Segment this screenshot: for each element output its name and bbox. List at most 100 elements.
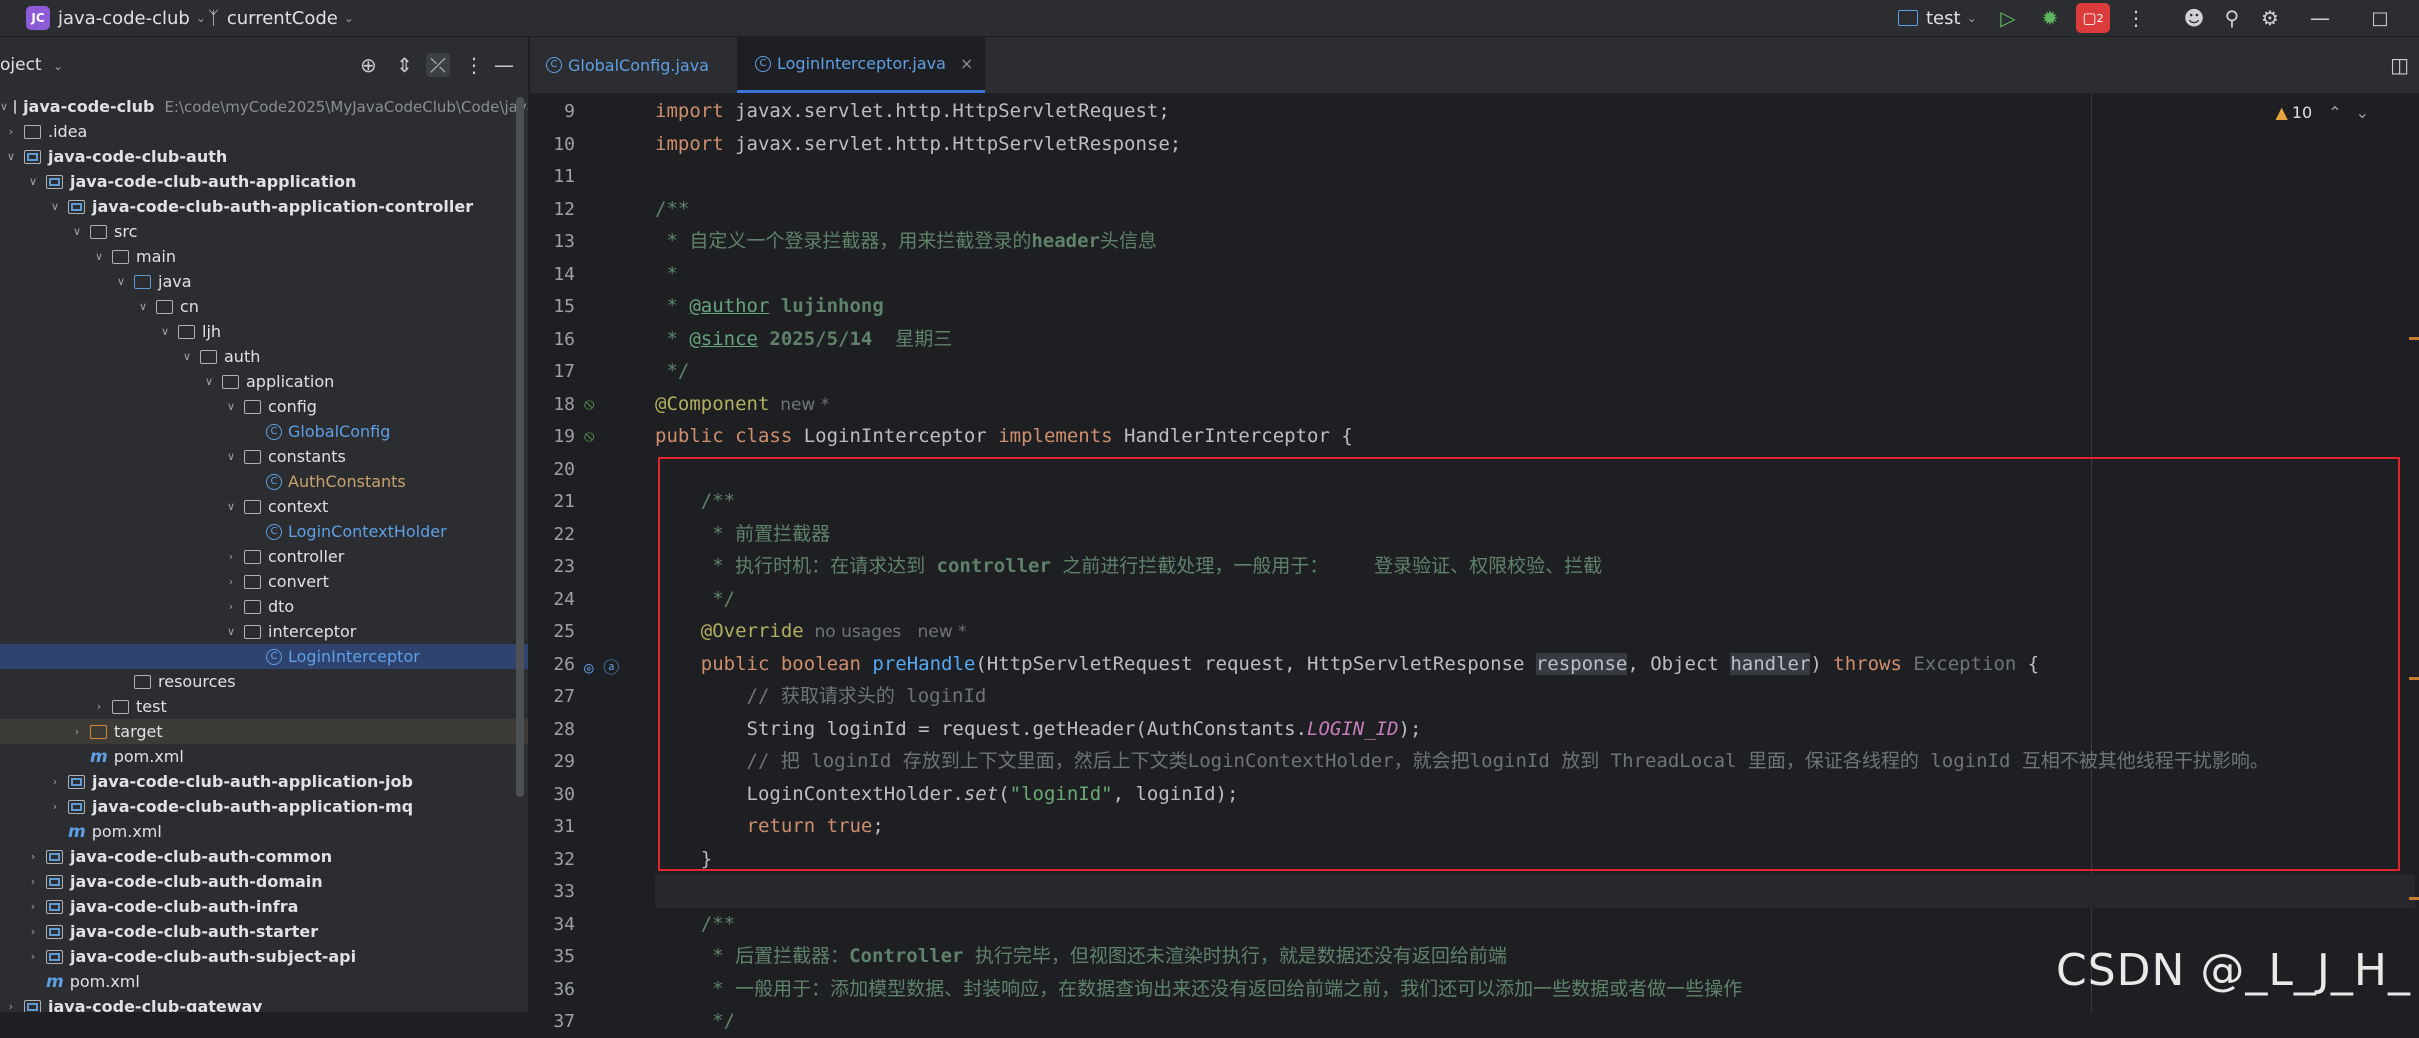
chevron-down-icon[interactable]: ∨ bbox=[224, 450, 238, 463]
code-line[interactable]: public class LoginInterceptor implements… bbox=[655, 420, 2415, 453]
tree-item[interactable]: ∨ java bbox=[0, 269, 528, 294]
chevron-right-icon[interactable]: › bbox=[4, 125, 18, 138]
chevron-up-icon[interactable]: ⌃ bbox=[2328, 103, 2341, 122]
chevron-right-icon[interactable]: › bbox=[224, 550, 238, 563]
chevron-down-icon[interactable]: ∨ bbox=[0, 100, 8, 113]
code-line[interactable] bbox=[655, 453, 2415, 486]
tree-item[interactable]: › java-code-club-auth-starter bbox=[0, 919, 528, 944]
branch-switcher[interactable]: ᛉ currentCode ⌄ bbox=[208, 0, 354, 36]
tree-item[interactable]: ∨ interceptor bbox=[0, 619, 528, 644]
run-config-selector[interactable]: test ⌄ bbox=[1898, 0, 1977, 36]
tree-item[interactable]: › java-code-club-auth-common bbox=[0, 844, 528, 869]
override-icon[interactable]: ◎ ⓐ bbox=[584, 654, 619, 678]
code-line[interactable]: import javax.servlet.http.HttpServletRes… bbox=[655, 128, 2415, 161]
chevron-down-icon[interactable]: ∨ bbox=[26, 175, 40, 188]
chevron-down-icon[interactable]: ∨ bbox=[224, 625, 238, 638]
code-line[interactable] bbox=[655, 160, 2415, 193]
code-line[interactable]: * 执行时机：在请求达到 controller 之前进行拦截处理，一般用于： 登… bbox=[655, 550, 2415, 583]
tree-item[interactable]: › .idea bbox=[0, 119, 528, 144]
chevron-down-icon[interactable]: ∨ bbox=[92, 250, 106, 263]
settings-gear-icon[interactable]: ⚙ bbox=[2256, 4, 2284, 32]
tree-item[interactable]: resources bbox=[0, 669, 528, 694]
expand-all-icon[interactable]: ⇕ bbox=[396, 53, 413, 77]
chevron-right-icon[interactable]: › bbox=[48, 775, 62, 788]
tree-item[interactable]: m pom.xml bbox=[0, 744, 528, 769]
minimize-icon[interactable]: — bbox=[2306, 4, 2334, 32]
chevron-down-icon[interactable]: ∨ bbox=[70, 225, 84, 238]
more-actions-icon[interactable]: ⋮ bbox=[2122, 4, 2150, 32]
tree-item[interactable]: › test bbox=[0, 694, 528, 719]
tree-item[interactable]: C LoginInterceptor bbox=[0, 644, 528, 669]
chevron-right-icon[interactable]: › bbox=[26, 875, 40, 888]
code-line[interactable]: * 自定义一个登录拦截器，用来拦截登录的header头信息 bbox=[655, 225, 2415, 258]
tree-item[interactable]: ∨ java-code-club-auth bbox=[0, 144, 528, 169]
chevron-down-icon[interactable]: ∨ bbox=[224, 500, 238, 513]
tree-scrollbar[interactable] bbox=[516, 97, 524, 797]
code-line[interactable]: * @author lujinhong bbox=[655, 290, 2415, 323]
more-tabs-icon[interactable]: ◫ bbox=[2390, 53, 2409, 77]
code-line[interactable]: * @since 2025/5/14 星期三 bbox=[655, 323, 2415, 356]
code-line[interactable]: String loginId = request.getHeader(AuthC… bbox=[655, 713, 2415, 746]
tree-item[interactable]: m pom.xml bbox=[0, 969, 528, 994]
tree-item[interactable]: ∨ java-code-club-auth-application-control… bbox=[0, 194, 528, 219]
chevron-down-icon[interactable]: ∨ bbox=[224, 400, 238, 413]
tree-item[interactable]: ∨ config bbox=[0, 394, 528, 419]
code-line[interactable] bbox=[655, 875, 2415, 908]
code-line[interactable]: /** bbox=[655, 908, 2415, 941]
chevron-down-icon[interactable]: ⌄ bbox=[2356, 103, 2369, 122]
tree-item[interactable]: › java-code-club-auth-infra bbox=[0, 894, 528, 919]
tree-item[interactable]: ∨ src bbox=[0, 219, 528, 244]
tree-item[interactable]: › java-code-club-auth-subject-api bbox=[0, 944, 528, 969]
spring-bean-icon[interactable]: ⦸ bbox=[584, 426, 594, 446]
tree-item[interactable]: ∨ constants bbox=[0, 444, 528, 469]
code-line[interactable]: @Component new * bbox=[655, 388, 2415, 421]
chevron-right-icon[interactable]: › bbox=[92, 700, 106, 713]
tree-item[interactable]: ∨ java-code-club E:\code\myCode2025\MyJava… bbox=[0, 94, 528, 119]
code-line[interactable]: */ bbox=[655, 1005, 2415, 1038]
spring-bean-icon[interactable]: ⦸ bbox=[584, 394, 594, 414]
tree-item[interactable]: › dto bbox=[0, 594, 528, 619]
project-switcher[interactable]: JC java-code-club ⌄ bbox=[26, 0, 206, 36]
chevron-down-icon[interactable]: ∨ bbox=[202, 375, 216, 388]
chevron-right-icon[interactable]: › bbox=[26, 925, 40, 938]
tab-logininterceptor[interactable]: C LoginInterceptor.java × bbox=[737, 37, 986, 93]
tree-item[interactable]: ∨ auth bbox=[0, 344, 528, 369]
chevron-right-icon[interactable]: › bbox=[26, 850, 40, 863]
tree-item[interactable]: C LoginContextHolder bbox=[0, 519, 528, 544]
chevron-right-icon[interactable]: › bbox=[224, 575, 238, 588]
code-line[interactable]: * 前置拦截器 bbox=[655, 518, 2415, 551]
tree-item[interactable]: › java-code-club-auth-domain bbox=[0, 869, 528, 894]
chevron-right-icon[interactable]: › bbox=[4, 1000, 18, 1012]
code-line[interactable]: LoginContextHolder.set("loginId", loginI… bbox=[655, 778, 2415, 811]
chevron-down-icon[interactable]: ∨ bbox=[136, 300, 150, 313]
chevron-right-icon[interactable]: › bbox=[26, 950, 40, 963]
chevron-right-icon[interactable]: › bbox=[70, 725, 84, 738]
code-line[interactable]: } bbox=[655, 843, 2415, 876]
hide-panel-icon[interactable]: — bbox=[494, 53, 514, 77]
close-icon[interactable]: × bbox=[960, 54, 973, 73]
tree-item[interactable]: C AuthConstants bbox=[0, 469, 528, 494]
debug-icon[interactable]: ✹ bbox=[2036, 4, 2064, 32]
code-line[interactable]: */ bbox=[655, 583, 2415, 616]
code-line[interactable]: // 把 loginId 存放到上下文里面，然后上下文类LoginContext… bbox=[655, 745, 2415, 778]
chevron-down-icon[interactable]: ∨ bbox=[4, 150, 18, 163]
chevron-down-icon[interactable]: ∨ bbox=[158, 325, 172, 338]
code-line[interactable]: import javax.servlet.http.HttpServletReq… bbox=[655, 95, 2415, 128]
tree-item[interactable]: › java-code-club-gateway bbox=[0, 994, 528, 1012]
code-line[interactable]: return true; bbox=[655, 810, 2415, 843]
code-line[interactable]: /** bbox=[655, 485, 2415, 518]
collapse-all-icon[interactable]: ⤫ bbox=[426, 53, 450, 77]
tree-item[interactable]: C GlobalConfig bbox=[0, 419, 528, 444]
code-line[interactable]: @Override no usages new * bbox=[655, 615, 2415, 648]
tree-item[interactable]: m pom.xml bbox=[0, 819, 528, 844]
code-view[interactable]: 9 10 11 12 13 14 15 16 17 18 ⦸ 19 ⦸ 20 21 22 23 24 25 26 ◎ ⓐ… bbox=[530, 93, 2419, 1032]
code-line[interactable]: * bbox=[655, 258, 2415, 291]
tree-item[interactable]: › target bbox=[0, 719, 528, 744]
tree-item[interactable]: ∨ main bbox=[0, 244, 528, 269]
run-icon[interactable]: ▷ bbox=[1994, 4, 2022, 32]
inspection-widget[interactable]: ▲ 10 ⌃ ⌄ bbox=[2276, 103, 2369, 122]
tree-item[interactable]: ∨ java-code-club-auth-application bbox=[0, 169, 528, 194]
tree-item[interactable]: ∨ context bbox=[0, 494, 528, 519]
tree-item[interactable]: › java-code-club-auth-application-mq bbox=[0, 794, 528, 819]
tree-item[interactable]: › convert bbox=[0, 569, 528, 594]
